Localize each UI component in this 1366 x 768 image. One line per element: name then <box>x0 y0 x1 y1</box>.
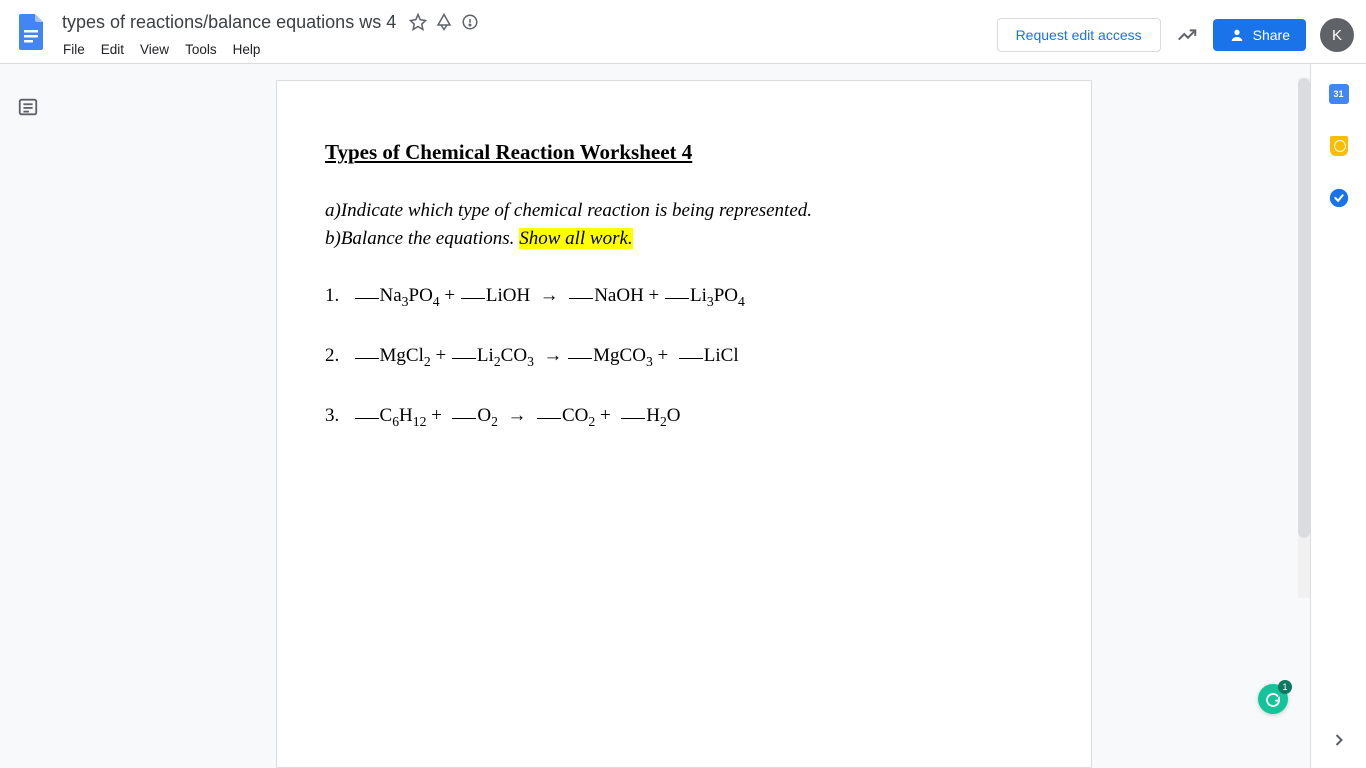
app-header: types of reactions/balance equations ws … <box>0 0 1366 64</box>
document-status-icon[interactable] <box>460 12 480 32</box>
docs-home-icon[interactable] <box>12 8 52 56</box>
page: Types of Chemical Reaction Worksheet 4 a… <box>276 80 1092 768</box>
left-rail <box>0 64 58 768</box>
equation-3: 3. C6H12 + O2 → CO2 + H2O <box>325 402 1043 432</box>
eq3-number: 3. <box>325 405 339 426</box>
person-icon <box>1229 27 1245 43</box>
worksheet-title: Types of Chemical Reaction Worksheet 4 <box>325 137 1043 169</box>
instruction-a: a)Indicate which type of chemical reacti… <box>325 197 1043 226</box>
star-icon[interactable] <box>408 12 428 32</box>
menu-view[interactable]: View <box>133 38 176 61</box>
calendar-app-icon[interactable]: 31 <box>1327 82 1351 106</box>
equation-list: 1. Na3PO4 + LiOH → NaOH + Li3PO4 2. MgCl… <box>325 282 1043 433</box>
scrollbar-thumb[interactable] <box>1298 78 1310 538</box>
title-area: types of reactions/balance equations ws … <box>52 8 997 61</box>
eq2-number: 2. <box>325 345 339 366</box>
tasks-app-icon[interactable] <box>1327 186 1351 210</box>
share-button[interactable]: Share <box>1213 19 1306 51</box>
document-canvas[interactable]: Types of Chemical Reaction Worksheet 4 a… <box>58 64 1310 768</box>
workspace: Types of Chemical Reaction Worksheet 4 a… <box>0 64 1310 768</box>
header-actions: Request edit access Share K <box>997 8 1354 52</box>
equation-2: 2. MgCl2 + Li2CO3 → MgCO3 + LiCl <box>325 342 1043 372</box>
request-edit-access-button[interactable]: Request edit access <box>997 18 1161 52</box>
document-title[interactable]: types of reactions/balance equations ws … <box>56 10 402 35</box>
eq1-number: 1. <box>325 285 339 306</box>
share-label: Share <box>1253 27 1290 43</box>
instruction-b: b)Balance the equations. Show all work. <box>325 225 1043 254</box>
grammarly-badge[interactable] <box>1258 684 1288 714</box>
grammarly-icon <box>1264 690 1282 708</box>
menu-bar: File Edit View Tools Help <box>56 36 997 61</box>
equation-1: 1. Na3PO4 + LiOH → NaOH + Li3PO4 <box>325 282 1043 312</box>
menu-tools[interactable]: Tools <box>178 38 224 61</box>
menu-edit[interactable]: Edit <box>94 38 131 61</box>
side-panel: 31 <box>1310 64 1366 768</box>
instruction-b-highlight: Show all work. <box>519 228 632 249</box>
document-outline-icon[interactable] <box>17 96 41 120</box>
instruction-b-prefix: b)Balance the equations. <box>325 228 519 249</box>
account-avatar[interactable]: K <box>1320 18 1354 52</box>
show-side-panel-icon[interactable] <box>1327 728 1351 752</box>
tasks-icon <box>1328 187 1350 209</box>
calendar-icon: 31 <box>1329 84 1349 104</box>
vertical-scrollbar[interactable] <box>1298 78 1310 598</box>
move-to-drive-icon[interactable] <box>434 12 454 32</box>
keep-app-icon[interactable] <box>1327 134 1351 158</box>
menu-help[interactable]: Help <box>226 38 268 61</box>
menu-file[interactable]: File <box>56 38 92 61</box>
activity-icon[interactable] <box>1175 23 1199 47</box>
keep-icon <box>1330 136 1348 156</box>
